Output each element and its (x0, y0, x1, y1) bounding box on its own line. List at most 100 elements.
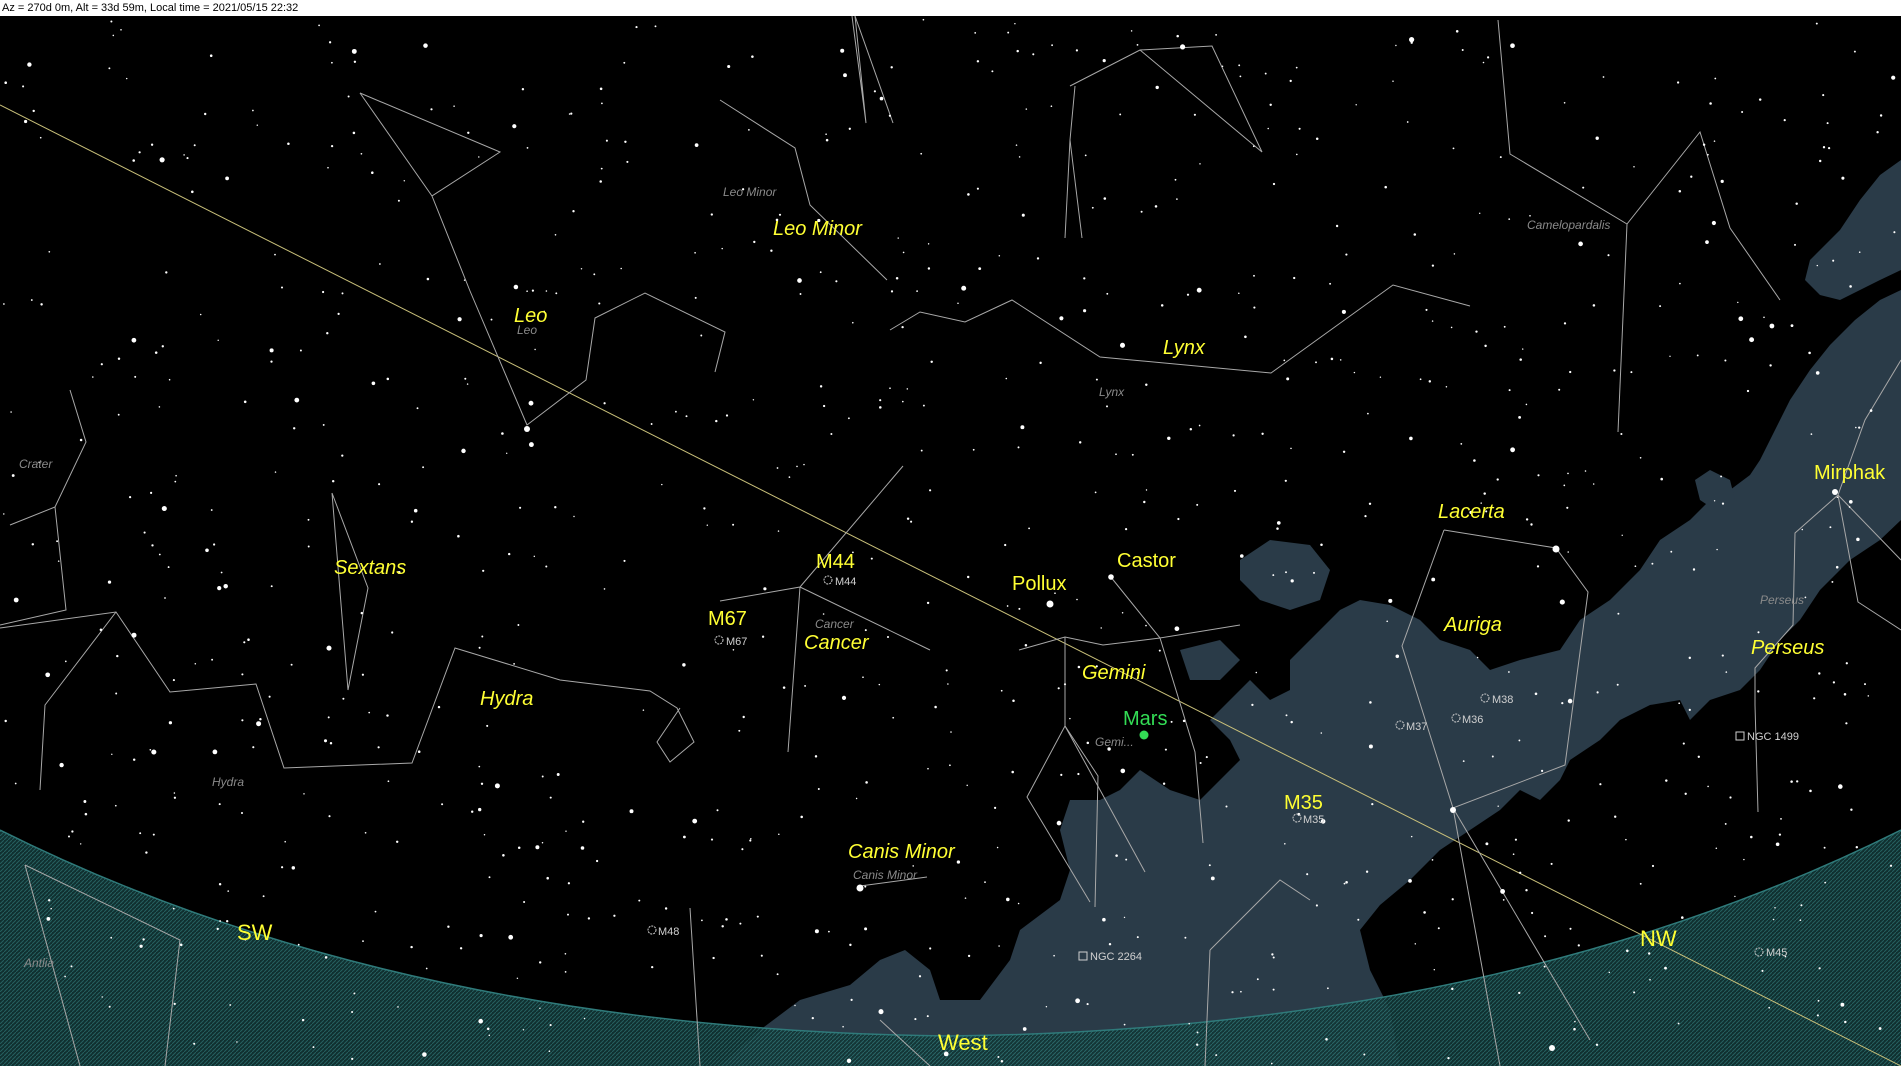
star (1651, 864, 1655, 868)
sky-chart[interactable]: Leo Leo Minor Lynx Sextans Hydra Cancer … (0, 16, 1901, 1066)
star (312, 1046, 315, 1049)
star (1823, 846, 1826, 849)
star (1808, 351, 1811, 355)
star (1497, 805, 1499, 807)
star (1345, 253, 1348, 256)
star (1176, 198, 1178, 200)
star (422, 1052, 427, 1057)
star (1045, 1005, 1048, 1008)
star (664, 907, 668, 910)
star (1499, 156, 1502, 159)
star (776, 973, 779, 976)
star (749, 839, 752, 842)
star (1659, 305, 1662, 308)
star (1772, 918, 1775, 921)
star (1743, 858, 1745, 861)
star (1841, 176, 1845, 180)
label-m44-small: M44 (835, 576, 856, 588)
star (167, 566, 170, 569)
star (751, 55, 754, 58)
star (191, 190, 194, 194)
star (1315, 361, 1317, 364)
star (1102, 59, 1106, 63)
star (1633, 991, 1636, 994)
star (1681, 916, 1684, 919)
label-cancer: Cancer (804, 632, 870, 654)
star (56, 540, 59, 543)
star (14, 782, 17, 785)
star (956, 860, 961, 864)
star (57, 560, 60, 562)
star (461, 448, 466, 454)
star (1508, 389, 1511, 392)
star (920, 152, 923, 155)
star (447, 925, 450, 928)
star (1525, 518, 1529, 521)
star (13, 597, 19, 603)
star (322, 423, 325, 426)
star (725, 414, 729, 417)
star (1286, 377, 1290, 381)
star (1355, 104, 1357, 106)
star (1518, 415, 1522, 419)
star (83, 800, 87, 803)
star (1697, 755, 1700, 758)
star (371, 171, 374, 174)
star (1239, 75, 1242, 78)
star (1831, 580, 1834, 583)
star (1574, 1020, 1576, 1023)
star (1437, 927, 1440, 930)
star (1559, 599, 1565, 605)
star (1451, 987, 1454, 991)
ecliptic-line (0, 104, 1901, 1066)
star (922, 18, 925, 21)
star (1639, 456, 1642, 459)
star (151, 749, 157, 755)
star (1613, 369, 1616, 372)
star (117, 413, 120, 416)
star (1413, 233, 1417, 236)
star (413, 508, 418, 513)
star (1004, 543, 1007, 547)
star (1272, 182, 1276, 186)
star (556, 773, 560, 776)
star (39, 136, 42, 139)
star (31, 543, 35, 546)
star (1876, 131, 1879, 134)
star (1768, 1006, 1771, 1009)
star (1809, 789, 1812, 793)
star (1015, 144, 1018, 146)
star (50, 907, 52, 910)
star (1182, 719, 1186, 723)
star (1822, 146, 1826, 149)
star (638, 899, 641, 902)
star (966, 784, 968, 787)
star (40, 303, 43, 306)
star (290, 663, 293, 666)
star (478, 1018, 484, 1024)
label-m67-small: M67 (726, 636, 747, 648)
star (1025, 108, 1028, 110)
star (110, 20, 113, 23)
star (513, 284, 519, 290)
star (1864, 683, 1866, 686)
star (1083, 277, 1086, 280)
star (978, 267, 982, 271)
star (10, 411, 12, 413)
constellation-lines (0, 16, 1901, 1066)
star (243, 641, 246, 644)
star (1103, 197, 1107, 200)
star (945, 669, 948, 672)
star (132, 758, 136, 761)
star (1462, 760, 1465, 763)
star (1353, 371, 1356, 374)
ngc1499-marker (1735, 731, 1745, 741)
star (1475, 330, 1478, 333)
star (661, 483, 663, 486)
star (850, 998, 853, 1002)
star (949, 764, 951, 767)
star (59, 762, 64, 768)
star (1799, 919, 1802, 922)
star (1838, 784, 1843, 789)
star (1796, 780, 1799, 783)
